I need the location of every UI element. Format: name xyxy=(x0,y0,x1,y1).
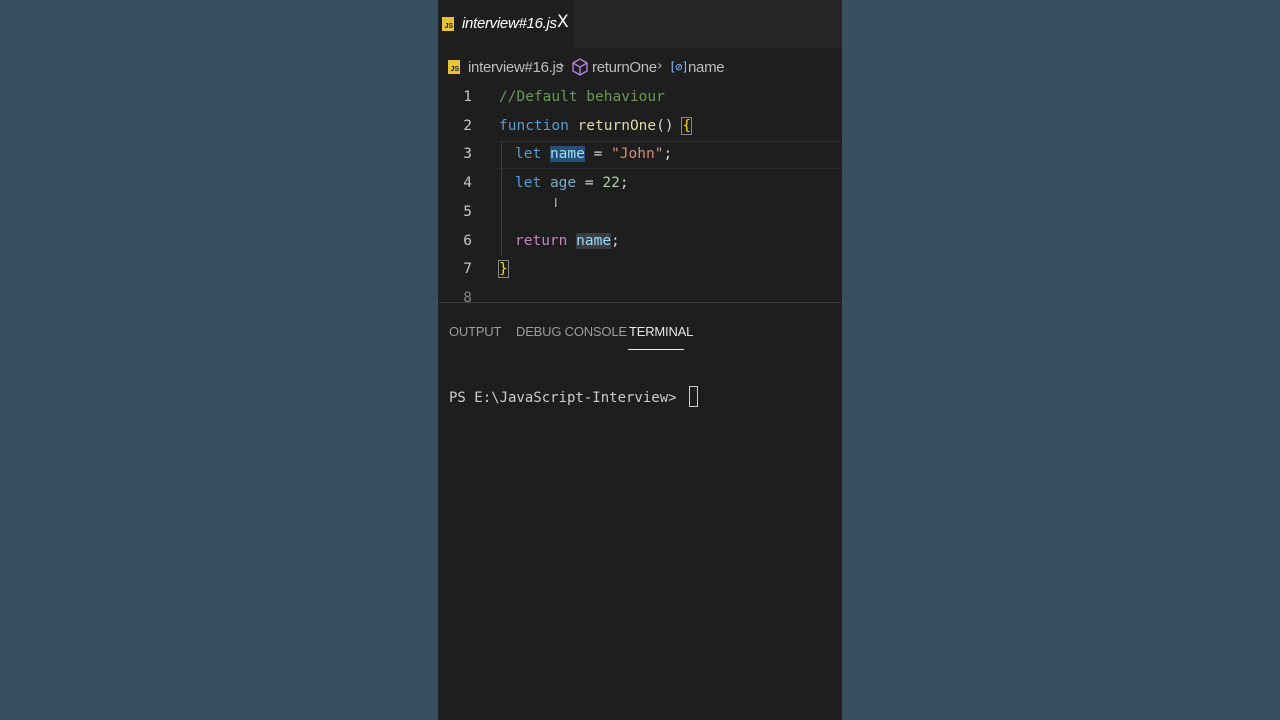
line-code: } xyxy=(498,260,509,279)
line-number: 3 xyxy=(463,146,472,163)
line-number: 7 xyxy=(463,261,472,278)
code-token: { xyxy=(681,116,693,135)
code-token: ; xyxy=(619,175,629,192)
terminal-cursor xyxy=(689,386,699,407)
tab-terminal[interactable]: TERMINAL xyxy=(629,324,693,339)
line-number: 4 xyxy=(463,175,472,192)
code-token: name xyxy=(576,232,612,249)
line-code: return name; xyxy=(515,232,620,249)
code-area[interactable]: 1 //Default behaviour 2 function returnOne(… xyxy=(438,84,842,302)
code-token: ; xyxy=(611,232,620,249)
active-tab-indicator xyxy=(628,349,684,350)
line-code: let name = "John"; xyxy=(515,146,673,163)
line-code: //Default behaviour xyxy=(499,89,665,105)
chevron-right-icon: › xyxy=(559,58,565,74)
code-token: name xyxy=(549,146,585,163)
code-token: = xyxy=(576,175,603,192)
line-number: 6 xyxy=(463,232,472,249)
code-token: returnOne xyxy=(577,117,657,134)
code-line[interactable]: 5 xyxy=(438,199,842,227)
tab-debug-console[interactable]: DEBUG CONSOLE xyxy=(516,324,627,339)
code-token: } xyxy=(498,260,509,279)
breadcrumb-variable[interactable]: name xyxy=(688,59,725,76)
panel-tabs: OUTPUT DEBUG CONSOLE TERMINAL xyxy=(438,303,842,353)
variable-icon: [⊘] xyxy=(669,60,689,74)
code-line[interactable]: 6 return name; xyxy=(438,228,842,256)
line-number: 2 xyxy=(463,117,472,134)
line-number: 5 xyxy=(463,203,472,220)
code-token: 22 xyxy=(602,175,620,192)
left-background xyxy=(0,0,438,720)
code-line[interactable]: 8 xyxy=(438,285,842,302)
line-number: 1 xyxy=(463,89,472,105)
tab-file-name: interview#16.js xyxy=(462,15,557,32)
code-line[interactable]: 3 let name = "John"; xyxy=(438,141,842,170)
code-token: let xyxy=(515,175,542,192)
tab-output[interactable]: OUTPUT xyxy=(449,324,501,339)
code-token: () xyxy=(656,117,674,134)
line-code: function returnOne() { xyxy=(499,116,693,135)
code-line[interactable]: 1 //Default behaviour xyxy=(438,84,842,112)
code-line[interactable]: 4 let age = 22; xyxy=(438,170,842,198)
code-token: //Default behaviour xyxy=(499,89,665,105)
code-line[interactable]: 2 function returnOne() { xyxy=(438,113,842,141)
javascript-file-icon: JS xyxy=(442,17,454,31)
code-token: function xyxy=(499,117,569,134)
terminal-prompt: PS E:\JavaScript-Interview> xyxy=(449,390,686,406)
code-editor-window: JS interview#16.js X JS interview#16.js … xyxy=(438,0,842,720)
code-token: "John" xyxy=(611,146,664,163)
editor-tab-active[interactable]: JS interview#16.js X xyxy=(438,0,574,48)
text-cursor-icon: I xyxy=(554,196,558,210)
editor-tab-bar: JS interview#16.js X xyxy=(438,0,842,48)
line-number: 8 xyxy=(463,289,472,302)
code-token: ; xyxy=(663,146,673,163)
javascript-file-icon: JS xyxy=(448,60,460,74)
breadcrumb-file[interactable]: interview#16.js xyxy=(468,59,563,76)
line-code: let age = 22; xyxy=(515,175,629,191)
close-icon[interactable]: X xyxy=(557,12,569,32)
chevron-right-icon: › xyxy=(657,58,663,74)
code-line[interactable]: 7} xyxy=(438,256,842,284)
code-token: = xyxy=(584,146,612,163)
function-cube-icon xyxy=(572,58,588,76)
code-token: let xyxy=(515,146,542,163)
code-token: age xyxy=(549,175,577,192)
breadcrumb: JS interview#16.js › returnOne › [⊘] nam… xyxy=(438,48,842,88)
code-token: return xyxy=(515,232,568,249)
terminal-output[interactable]: PS E:\JavaScript-Interview> xyxy=(449,386,699,407)
right-background xyxy=(842,0,1280,720)
breadcrumb-function[interactable]: returnOne xyxy=(592,59,657,76)
